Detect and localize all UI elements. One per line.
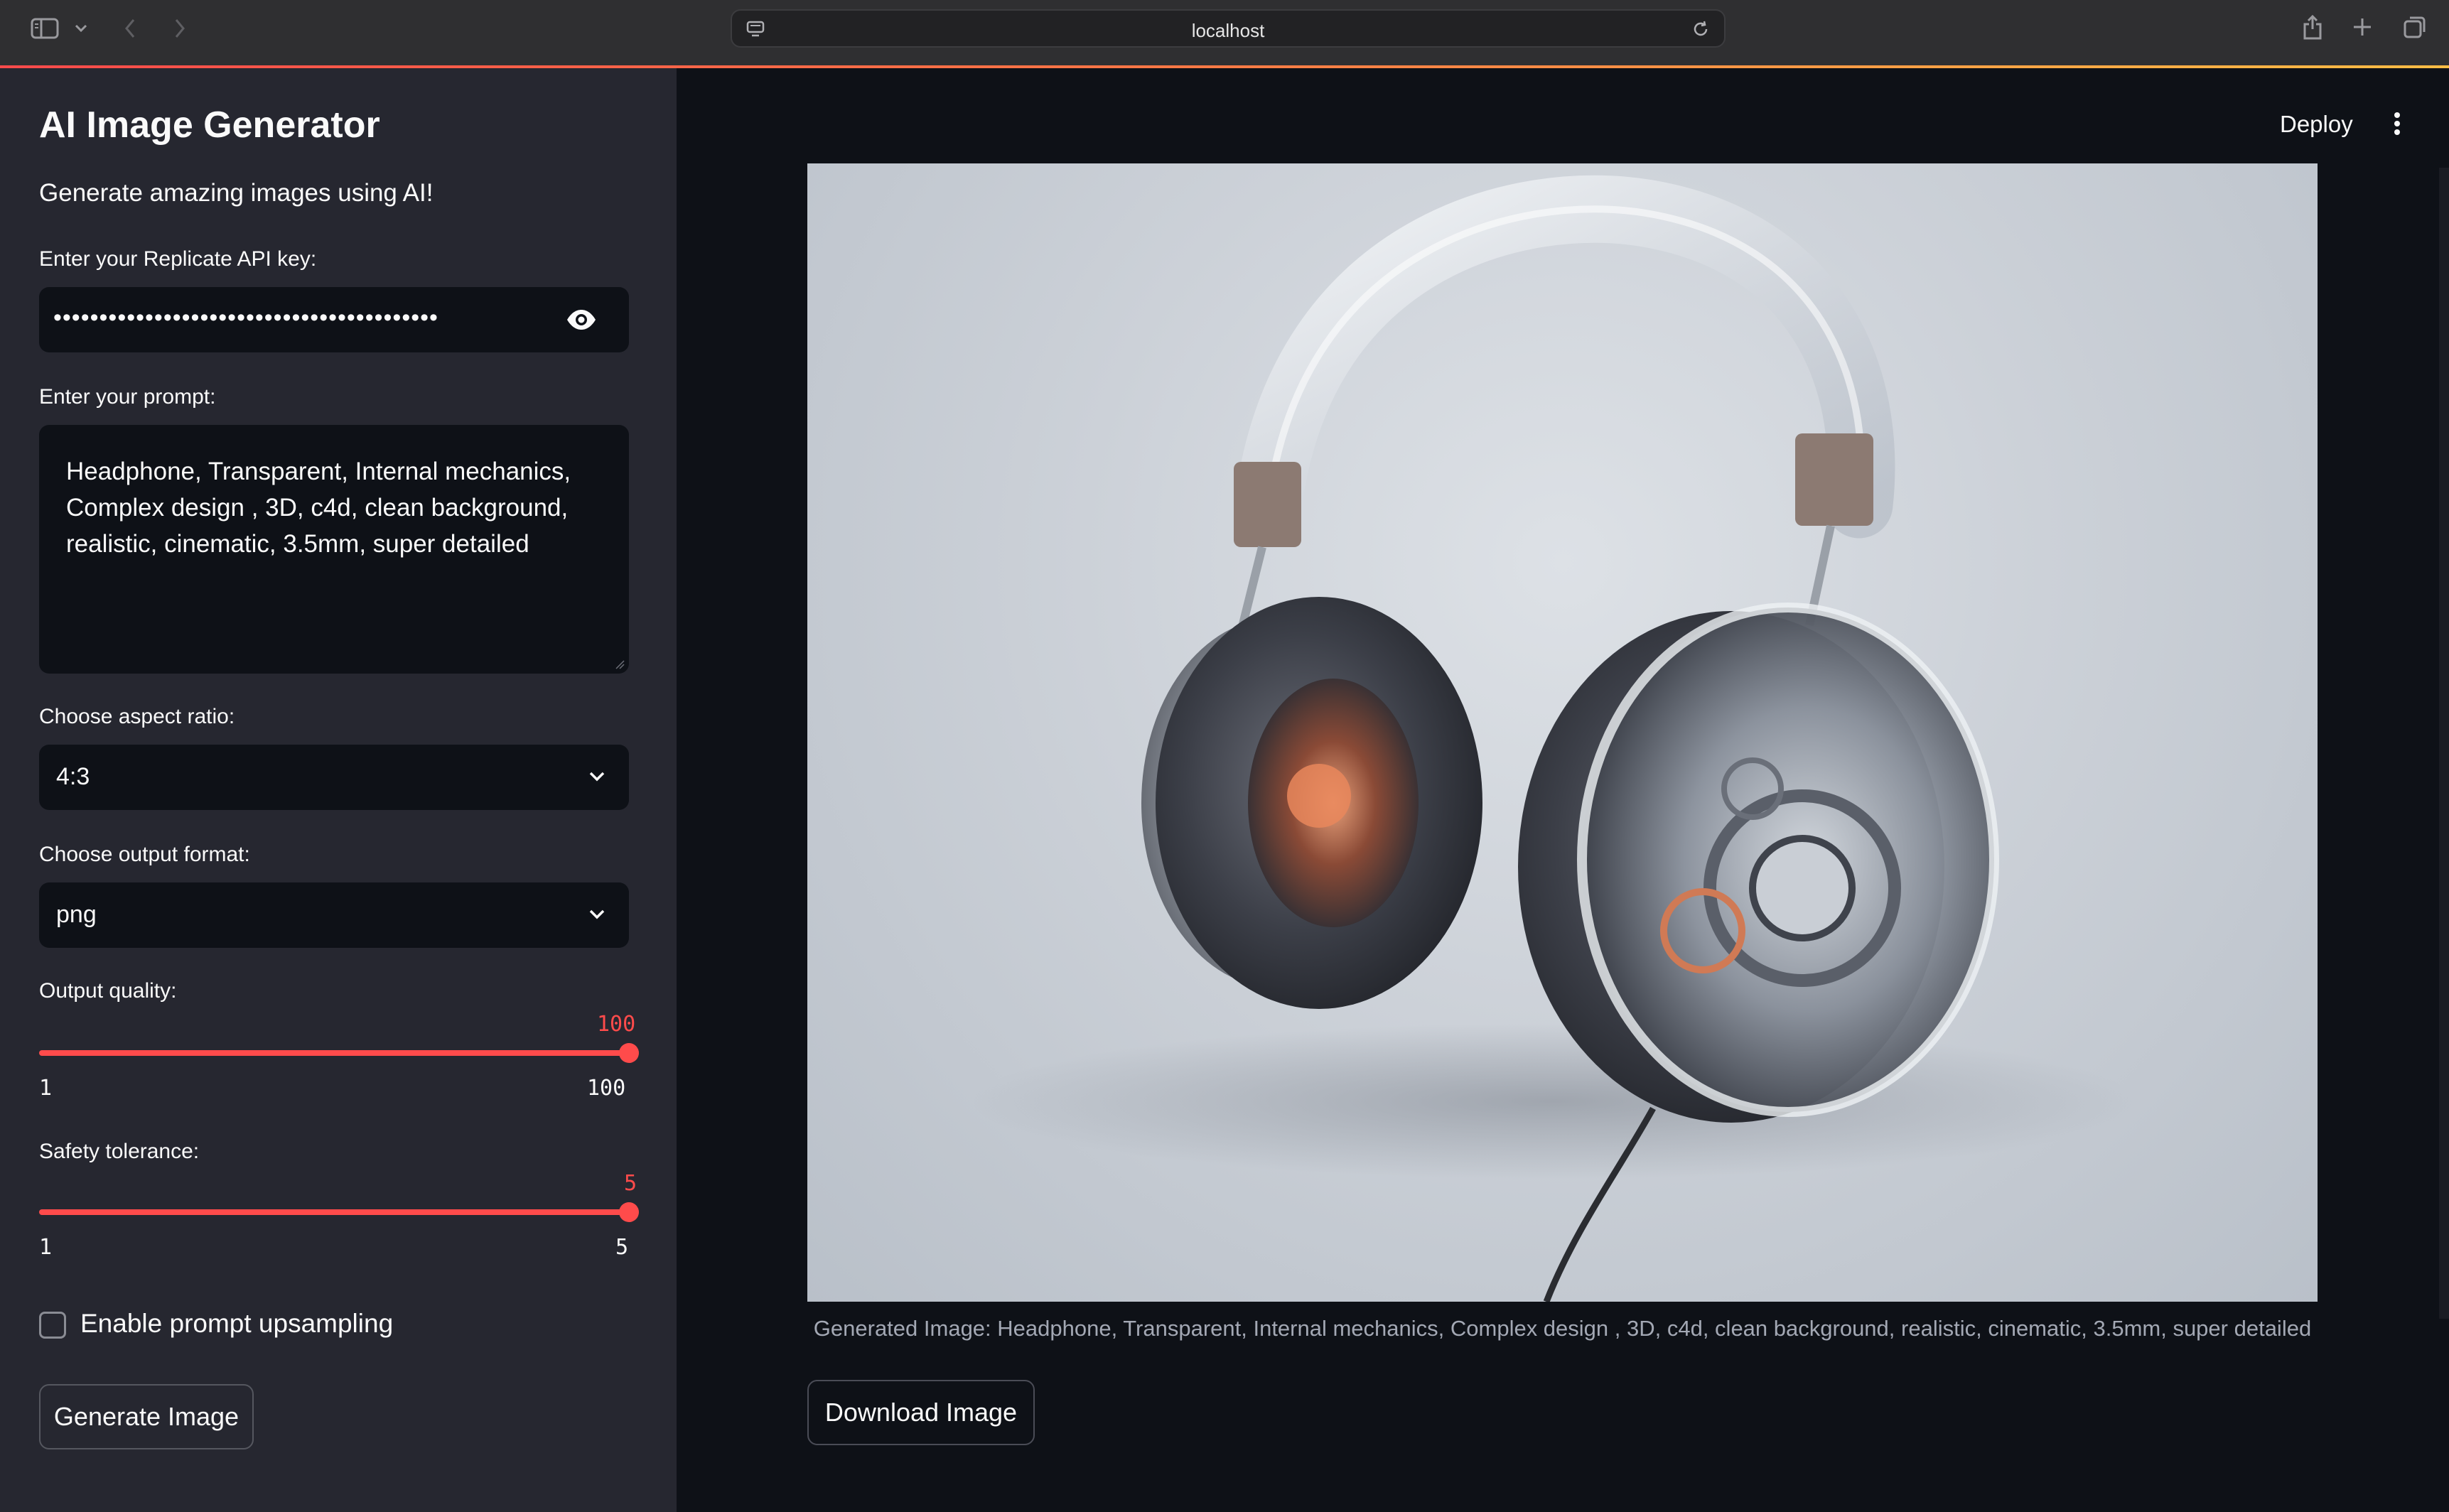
- prompt-value: Headphone, Transparent, Internal mechani…: [66, 458, 571, 558]
- eye-icon[interactable]: [565, 306, 598, 334]
- url-text: localhost: [1191, 20, 1265, 41]
- back-icon[interactable]: [119, 14, 141, 43]
- browser-toolbar: localhost: [0, 0, 2449, 65]
- chevron-down-icon: [589, 772, 605, 782]
- new-tab-icon[interactable]: [2350, 14, 2375, 40]
- scrollbar[interactable]: [2439, 168, 2449, 1319]
- address-bar[interactable]: localhost: [731, 9, 1726, 48]
- aspect-ratio-value: 4:3: [56, 763, 90, 790]
- safety-tolerance-slider[interactable]: [39, 1202, 639, 1222]
- forward-icon[interactable]: [169, 14, 190, 43]
- aspect-ratio-label: Choose aspect ratio:: [39, 705, 235, 728]
- output-format-select[interactable]: png: [39, 882, 629, 948]
- sidebar-toggle-icon[interactable]: [27, 14, 63, 43]
- output-quality-min: 1: [39, 1076, 53, 1101]
- sidebar: AI Image Generator Generate amazing imag…: [0, 68, 677, 1512]
- safety-tolerance-max: 5: [615, 1235, 629, 1260]
- api-key-input[interactable]: ••••••••••••••••••••••••••••••••••••••••…: [39, 287, 629, 352]
- output-quality-slider[interactable]: [39, 1043, 639, 1063]
- upsampling-label: Enable prompt upsampling: [80, 1309, 394, 1338]
- image-caption: Generated Image: Headphone, Transparent,…: [813, 1316, 2312, 1341]
- safety-tolerance-min: 1: [39, 1235, 53, 1260]
- more-menu-icon[interactable]: [2386, 109, 2408, 138]
- output-format-label: Choose output format:: [39, 843, 250, 866]
- output-quality-value: 100: [597, 1012, 636, 1037]
- safety-tolerance-label: Safety tolerance:: [39, 1140, 200, 1163]
- app-title: AI Image Generator: [39, 104, 380, 146]
- generate-image-button[interactable]: Generate Image: [39, 1384, 254, 1449]
- main-area: Deploy Generated Image: Headphone, Trans…: [677, 68, 2449, 1512]
- deploy-button[interactable]: Deploy: [2280, 111, 2353, 138]
- app-subtitle: Generate amazing images using AI!: [39, 179, 434, 207]
- safety-tolerance-value: 5: [624, 1171, 637, 1196]
- upsampling-checkbox[interactable]: [39, 1312, 66, 1339]
- chevron-down-icon: [589, 909, 605, 919]
- generated-image: [807, 163, 2318, 1302]
- output-quality-max: 100: [587, 1076, 626, 1101]
- resize-handle-icon[interactable]: [615, 659, 625, 669]
- reload-icon[interactable]: [1690, 19, 1711, 39]
- safety-tolerance-thumb[interactable]: [619, 1202, 639, 1222]
- output-quality-thumb[interactable]: [619, 1043, 639, 1063]
- output-format-value: png: [56, 901, 97, 928]
- prompt-label: Enter your prompt:: [39, 385, 216, 409]
- aspect-ratio-select[interactable]: 4:3: [39, 745, 629, 810]
- api-key-value: ••••••••••••••••••••••••••••••••••••••••…: [53, 304, 438, 331]
- prompt-textarea[interactable]: Headphone, Transparent, Internal mechani…: [39, 425, 629, 674]
- tab-overview-icon[interactable]: [2401, 13, 2429, 41]
- share-icon[interactable]: [2298, 11, 2327, 43]
- api-key-label: Enter your Replicate API key:: [39, 247, 317, 271]
- output-quality-label: Output quality:: [39, 979, 177, 1003]
- download-image-button[interactable]: Download Image: [807, 1380, 1035, 1445]
- chevron-down-icon[interactable]: [71, 18, 91, 38]
